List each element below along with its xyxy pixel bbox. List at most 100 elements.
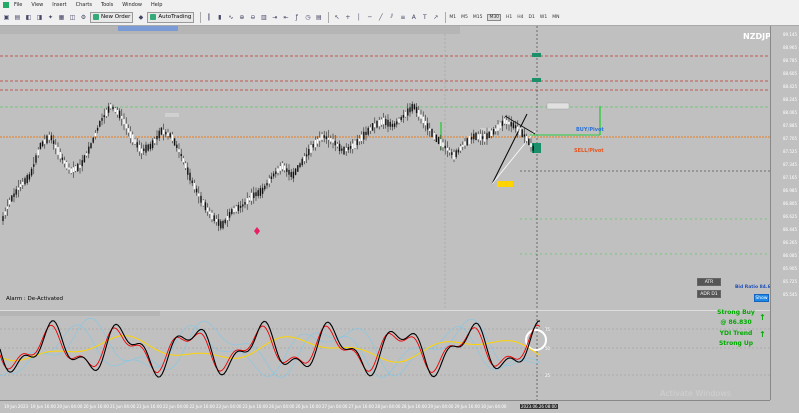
candle-body — [420, 114, 422, 119]
label-icon[interactable]: T — [420, 13, 429, 22]
indicator-header-tab — [118, 26, 178, 31]
indicators-icon[interactable]: ƒ — [292, 13, 301, 22]
candle-body — [514, 125, 517, 129]
menu-tools[interactable]: Tools — [101, 2, 113, 8]
fibonacci-icon[interactable]: ≡ — [398, 13, 407, 22]
time-tick: 19 Jun 2023 — [4, 404, 29, 409]
candle-body — [523, 134, 526, 137]
market-watch-icon[interactable]: ◧ — [24, 13, 33, 22]
data-window-icon[interactable]: ◨ — [35, 13, 44, 22]
candle-body — [371, 123, 374, 131]
candle-body — [121, 115, 123, 119]
candle-body — [283, 165, 286, 171]
pink-arrow-marker — [254, 227, 260, 235]
strategy-tester-icon[interactable]: ◫ — [68, 13, 77, 22]
candle-body — [422, 116, 424, 124]
timeframe-m30[interactable]: M30 — [487, 13, 502, 21]
candle-body — [37, 149, 39, 156]
candle-body — [127, 128, 130, 133]
text-icon[interactable]: A — [409, 13, 418, 22]
crosshair-icon[interactable]: + — [343, 13, 352, 22]
show-button[interactable]: Show — [754, 294, 769, 302]
line-chart-icon[interactable]: ∿ — [226, 13, 235, 22]
timeframe-m5[interactable]: M5 — [461, 15, 468, 20]
candlestick-icon[interactable]: ▮ — [215, 13, 224, 22]
time-tick: 22 Jun 16:00 — [189, 404, 215, 409]
vertical-line-icon[interactable]: │ — [354, 13, 363, 22]
timeframe-w1[interactable]: W1 — [540, 15, 547, 20]
candle-body — [503, 118, 506, 124]
adr-button[interactable]: ADR D1 — [697, 290, 721, 298]
timeframe-d1[interactable]: D1 — [529, 15, 535, 20]
atr-button[interactable]: ATR — [697, 278, 721, 286]
candle-body — [466, 138, 468, 146]
candle-body — [506, 120, 508, 124]
profiles-icon[interactable]: ▤ — [13, 13, 22, 22]
time-tick: 27 Jun 16:00 — [348, 404, 374, 409]
navigator-icon[interactable]: ✦ — [46, 13, 55, 22]
candle-body — [15, 189, 17, 195]
arrows-icon[interactable]: ↗ — [431, 13, 440, 22]
candle-body — [136, 142, 138, 148]
candle-body — [519, 127, 521, 135]
candle-body — [13, 193, 15, 197]
bar-chart-icon[interactable]: ┃ — [204, 13, 213, 22]
candle-body — [510, 122, 512, 127]
price-tick: 85.725 — [783, 279, 797, 284]
candle-body — [378, 120, 380, 127]
metaeditor-icon[interactable]: ◆ — [136, 13, 145, 22]
settings-icon[interactable]: ⚙ — [79, 13, 88, 22]
candle-body — [508, 121, 510, 125]
candle-body — [143, 148, 145, 151]
candle-body — [110, 104, 112, 109]
candle-body — [167, 132, 169, 136]
periods-icon[interactable]: ◷ — [303, 13, 312, 22]
zoom-out-icon[interactable]: ⊖ — [248, 13, 257, 22]
price-tick: 88.785 — [783, 58, 797, 63]
timeframe-h4[interactable]: H4 — [517, 15, 523, 20]
candle-body — [250, 192, 253, 201]
candle-body — [323, 135, 325, 138]
tile-windows-icon[interactable]: ▥ — [259, 13, 268, 22]
candle-body — [35, 155, 37, 163]
candle-body — [521, 129, 523, 138]
terminal-icon[interactable]: ▦ — [57, 13, 66, 22]
candle-body — [206, 207, 209, 212]
candle-body — [418, 109, 420, 117]
new-chart-icon[interactable]: ▣ — [2, 13, 11, 22]
new-order-button[interactable]: New Order — [90, 11, 134, 23]
trendline-icon[interactable]: ╱ — [376, 13, 385, 22]
autoscroll-icon[interactable]: ⇥ — [270, 13, 279, 22]
price-tick: 89.145 — [783, 32, 797, 37]
candle-body — [200, 195, 202, 203]
horizontal-line-icon[interactable]: ─ — [365, 13, 374, 22]
up-arrow-icon: ↑ — [759, 313, 766, 322]
cursor-icon[interactable]: ↖ — [332, 13, 341, 22]
candle-body — [354, 140, 356, 149]
autotrading-button[interactable]: AutoTrading — [147, 11, 195, 23]
timeframe-h1[interactable]: H1 — [506, 15, 512, 20]
timeframe-m1[interactable]: M1 — [449, 15, 456, 20]
candle-body — [103, 115, 105, 118]
templates-icon[interactable]: ▤ — [314, 13, 323, 22]
menu-window[interactable]: Window — [122, 2, 142, 8]
price-axis[interactable]: 89.145 88.965 88.785 88.605 88.425 88.245 88.0… — [770, 26, 799, 400]
timeframe-mn[interactable]: MN — [552, 15, 559, 20]
timeframe-m15[interactable]: M15 — [473, 15, 483, 20]
menu-view[interactable]: View — [31, 2, 43, 8]
candle-body — [446, 147, 449, 151]
candle-body — [233, 208, 235, 213]
menu-insert[interactable]: Insert — [52, 2, 66, 8]
candle-body — [330, 138, 332, 142]
time-axis[interactable]: 19 Jun 2023 19 Jun 16:00 20 Jun 04:00 20 Ju… — [0, 400, 770, 413]
price-tick: 86.265 — [783, 240, 797, 245]
candle-body — [59, 152, 61, 159]
menu-help[interactable]: Help — [151, 2, 162, 8]
price-chart[interactable]: NZDJPY BUY/Pivot SELL/Pivot Alarm : De-A… — [0, 26, 778, 309]
candle-body — [182, 158, 185, 163]
equidistant-channel-icon[interactable]: ⫽ — [387, 13, 396, 22]
menu-charts[interactable]: Charts — [76, 2, 92, 8]
zoom-in-icon[interactable]: ⊕ — [237, 13, 246, 22]
chart-shift-icon[interactable]: ⇤ — [281, 13, 290, 22]
menu-file[interactable]: File — [14, 2, 22, 8]
